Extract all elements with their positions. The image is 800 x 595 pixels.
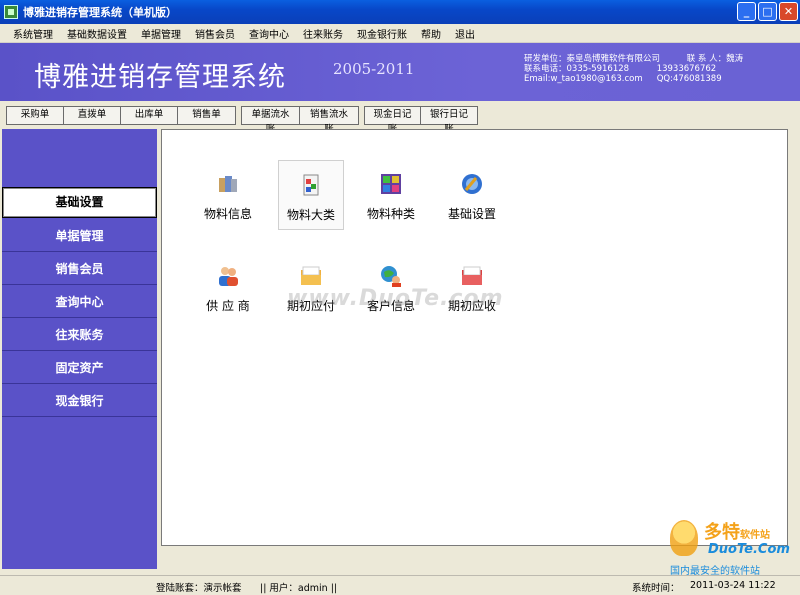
title-bar: 博雅进销存管理系统（单机版） _ □ ✕ [0,0,800,24]
logo-slogan: 国内最安全的软件站 [670,566,760,577]
customer-info-icon [381,266,401,287]
supplier-icon [219,267,238,286]
menu-exit[interactable]: 退出 [448,26,482,41]
contact-person: 联 系 人：魏涛 [686,54,744,64]
sidebar-item-basic-settings[interactable]: 基础设置 [2,187,157,218]
opening-payable-icon [301,266,321,285]
developer-name: 研发单位：秦皇岛博雅软件有限公司 [524,54,661,64]
menu-bar: 系统管理 基础数据设置 单据管理 销售会员 查询中心 往来账务 现金银行账 帮助… [0,24,800,43]
sidebar-item-sales-members[interactable]: 销售会员 [2,254,157,285]
header-banner: 博雅进销存管理系统 2005-2011 研发单位：秦皇岛博雅软件有限公司 联 系… [0,43,800,101]
sales-ledger-button[interactable]: 销售流水账 [300,106,358,135]
document-button-group: 采购单 直拨单 出库单 销售单 [6,105,236,125]
window-controls: _ □ ✕ [737,2,798,21]
sidebar-item-query[interactable]: 查询中心 [2,287,157,318]
close-button[interactable]: ✕ [779,2,798,21]
menu-query[interactable]: 查询中心 [242,26,296,41]
material-info-icon [219,176,237,192]
journal-button-group: 现金日记账 银行日记账 [364,105,478,135]
window-title: 博雅进销存管理系统（单机版） [23,6,177,19]
menu-cash-bank[interactable]: 现金银行账 [350,26,414,41]
maximize-button[interactable]: □ [758,2,777,21]
qq-number: QQ:476081389 [656,74,722,84]
cash-journal-button[interactable]: 现金日记账 [365,106,421,135]
sidebar-item-fixed-assets[interactable]: 固定资产 [2,353,157,384]
basic-settings-icon [462,174,482,194]
app-icon [4,5,18,19]
material-category-icon [303,174,319,196]
logo-brand: 多特软件站 [704,522,770,543]
purchase-order-button[interactable]: 采购单 [7,106,64,124]
material-type-label: 物料种类 [366,207,415,221]
status-bar: 登陆账套：演示帐套 || 用户：admin || 系统时间： 2011-03-2… [0,575,800,595]
phone-number: 联系电话：0335-5916128 [524,64,630,74]
sales-order-button[interactable]: 销售单 [178,106,235,124]
menu-accounts[interactable]: 往来账务 [296,26,350,41]
menu-system[interactable]: 系统管理 [6,26,60,41]
document-ledger-button[interactable]: 单据流水账 [242,106,300,135]
developer-info: 研发单位：秦皇岛博雅软件有限公司 联 系 人：魏涛 联系电话：0335-5916… [524,54,743,84]
sidebar-item-cash-bank[interactable]: 现金银行 [2,386,157,417]
sidebar-item-documents[interactable]: 单据管理 [2,221,157,252]
status-user: || 用户：admin || [260,583,338,594]
material-category-label: 物料大类 [286,208,335,222]
email-address: Email:w_tao1980@163.com [524,74,643,84]
mobile-number: 13933676762 [656,64,717,74]
bank-journal-button[interactable]: 银行日记账 [421,106,477,135]
material-info-button[interactable]: 物料信息 [195,160,261,230]
banner-years: 2005-2011 [333,60,415,78]
quick-toolbar: 采购单 直拨单 出库单 销售单 单据流水账 销售流水账 现金日记账 银行日记账 [0,101,800,135]
minimize-button[interactable]: _ [737,2,756,21]
menu-help[interactable]: 帮助 [414,26,448,41]
status-time: 2011-03-24 11:22 [690,580,776,591]
opening-receivable-icon [462,266,482,285]
logo-brand-suffix: 软件站 [740,530,770,541]
outbound-order-button[interactable]: 出库单 [121,106,178,124]
menu-basic-data[interactable]: 基础数据设置 [60,26,134,41]
watermark: www.DuoTe.com [287,286,504,311]
basic-settings-label: 基础设置 [447,207,496,221]
status-account: 登陆账套：演示帐套 [156,583,242,594]
material-type-icon [381,174,401,194]
menu-sales-members[interactable]: 销售会员 [188,26,242,41]
sidebar: 基础设置 单据管理 销售会员 查询中心 往来账务 固定资产 现金银行 [2,129,157,569]
menu-documents[interactable]: 单据管理 [134,26,188,41]
basic-settings-button[interactable]: 基础设置 [439,160,505,230]
duote-logo: 多特软件站 DuoTe.Com 国内最安全的软件站 [664,516,798,578]
banner-title: 博雅进销存管理系统 [34,62,286,93]
ledger-button-group: 单据流水账 销售流水账 [241,105,359,135]
material-type-button[interactable]: 物料种类 [358,160,424,230]
mascot-icon [670,520,698,556]
supplier-label: 供 应 商 [206,299,250,313]
status-time-label: 系统时间： [632,583,680,594]
logo-site: DuoTe.Com [708,542,790,557]
material-category-button[interactable]: 物料大类 [278,160,344,230]
content-panel: 物料信息 物料大类 物料种类 基础设置 供 应 商 期初应付 客户信息 期初应收… [161,129,788,546]
transfer-order-button[interactable]: 直拨单 [64,106,121,124]
sidebar-item-accounts[interactable]: 往来账务 [2,320,157,351]
material-info-label: 物料信息 [203,207,252,221]
supplier-button[interactable]: 供 应 商 [195,252,261,322]
